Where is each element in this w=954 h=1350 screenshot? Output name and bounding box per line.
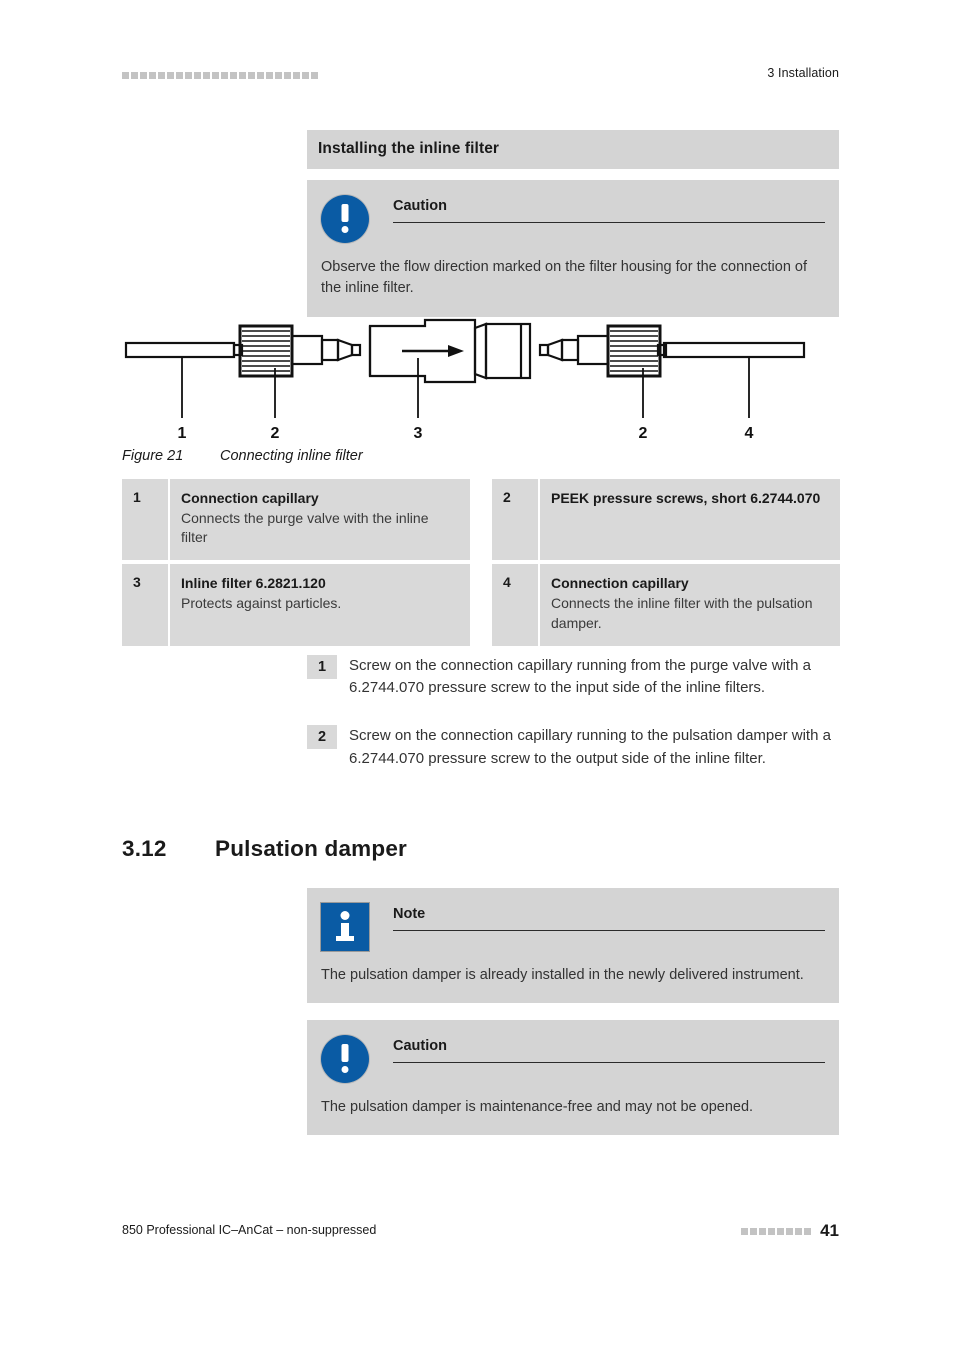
note-divider (393, 930, 825, 932)
procedure-step: 2 Screw on the connection capillary runn… (307, 725, 839, 769)
figure-connecting-inline-filter: 1 2 3 2 4 (122, 318, 839, 448)
legend-title: Inline filter 6.2821.120 (181, 575, 326, 592)
callout-number: 2 (639, 425, 648, 442)
caution-box-bottom: Caution The pulsation damper is maintena… (307, 1020, 839, 1136)
callout-number: 3 (414, 425, 423, 442)
note-header: Note (321, 903, 825, 951)
info-icon (321, 903, 369, 951)
section-heading: Installing the inline filter (307, 130, 839, 169)
caution-box-top: Caution Observe the flow direction marke… (307, 180, 839, 317)
callout-number: 4 (745, 425, 754, 442)
procedure-steps: 1 Screw on the connection capillary runn… (307, 655, 839, 796)
document-page: 3 Installation Installing the inline fil… (0, 0, 954, 1350)
legend-item-3: 3 Inline filter 6.2821.120 Protects agai… (122, 564, 470, 646)
caution-body-text: The pulsation damper is maintenance-free… (321, 1099, 754, 1115)
legend-number: 2 (492, 479, 538, 561)
note-title: Note (393, 906, 426, 922)
legend-description: Connects the inline filter with the puls… (551, 594, 813, 631)
legend-number: 3 (122, 564, 168, 646)
note-box: Note The pulsation damper is already ins… (307, 888, 839, 1004)
figure-legend-table: 1 Connection capillary Connects the purg… (122, 479, 840, 650)
footer-document-title: 850 Professional IC–AnCat – non-suppress… (122, 1223, 377, 1237)
chapter-heading: 3.12 Pulsation damper (122, 836, 407, 862)
legend-item-2: 2 PEEK pressure screws, short 6.2744.070 (492, 479, 840, 561)
step-number-badge: 2 (307, 725, 337, 750)
figure-caption: Figure 21 Connecting inline filter (122, 448, 363, 464)
caution-body-text: Observe the flow direction marked on the… (321, 259, 808, 297)
legend-description: Protects against particles. (181, 594, 342, 611)
step-text: Screw on the connection capillary runnin… (349, 657, 811, 697)
running-head: 3 Installation (767, 66, 839, 80)
step-number-badge: 1 (307, 655, 337, 679)
header-dot-decoration (122, 64, 839, 86)
caution-header: Caution (321, 195, 825, 243)
legend-number: 4 (492, 564, 538, 646)
note-body-text: The pulsation damper is already installe… (321, 967, 804, 983)
chapter-title: Pulsation damper (215, 836, 407, 861)
legend-number: 1 (122, 479, 168, 561)
caution-exclamation-icon (321, 1035, 369, 1083)
callout-number: 2 (271, 425, 280, 442)
caution-divider (393, 1062, 825, 1064)
caution-exclamation-icon (321, 195, 369, 243)
step-text: Screw on the connection capillary runnin… (349, 727, 831, 767)
legend-title: Connection capillary (551, 575, 689, 592)
footer-dot-decoration (741, 1220, 812, 1242)
procedure-step: 1 Screw on the connection capillary runn… (307, 655, 839, 699)
legend-row: 3 Inline filter 6.2821.120 Protects agai… (122, 564, 840, 646)
caution-title: Caution (393, 1038, 447, 1054)
caution-title: Caution (393, 198, 447, 214)
legend-title: PEEK pressure screws, short 6.2744.070 (551, 490, 821, 506)
legend-item-4: 4 Connection capillary Connects the inli… (492, 564, 840, 646)
page-header: 3 Installation (122, 64, 839, 86)
inline-filter-diagram: 1 2 3 2 4 (124, 318, 806, 442)
legend-description: Connects the purge valve with the inline… (181, 509, 429, 546)
legend-item-1: 1 Connection capillary Connects the purg… (122, 479, 470, 561)
page-footer: 850 Professional IC–AnCat – non-suppress… (122, 1220, 839, 1242)
footer-page-marker: 41 (741, 1220, 839, 1242)
legend-title: Connection capillary (181, 490, 319, 506)
callout-number: 1 (178, 425, 187, 442)
chapter-number: 3.12 (122, 836, 167, 861)
caution-header: Caution (321, 1035, 825, 1083)
legend-row: 1 Connection capillary Connects the purg… (122, 479, 840, 561)
figure-caption-text: Connecting inline filter (220, 448, 363, 464)
page-number: 41 (820, 1221, 839, 1240)
figure-caption-label: Figure 21 (122, 448, 184, 464)
caution-divider (393, 222, 825, 224)
